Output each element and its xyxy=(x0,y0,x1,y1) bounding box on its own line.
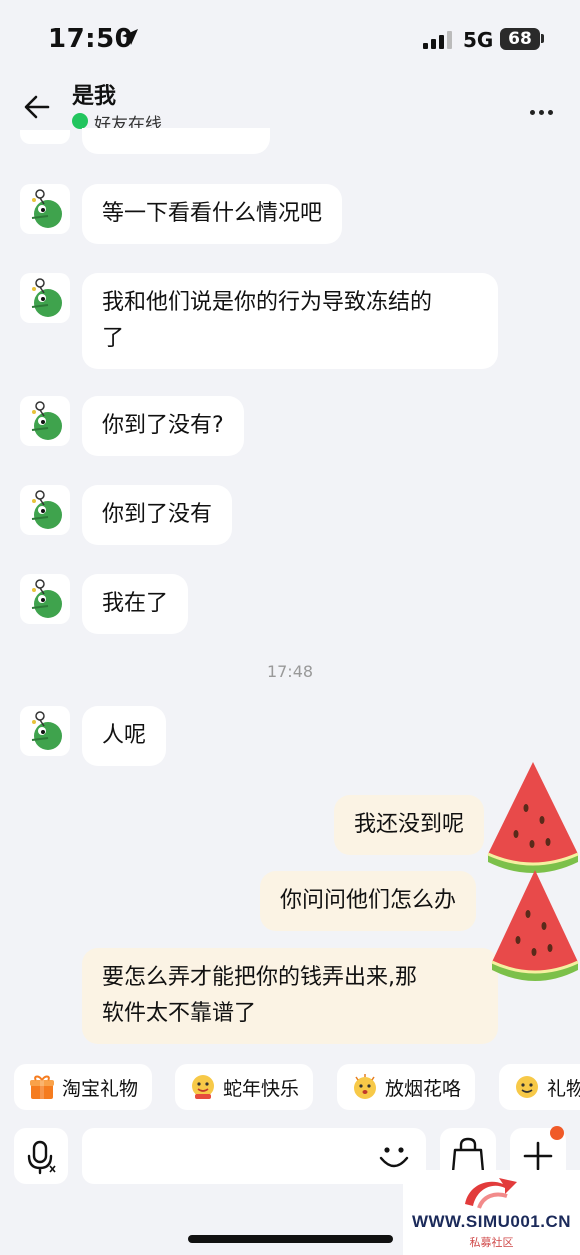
message-bubble[interactable]: 我在了 xyxy=(82,574,189,634)
partial-avatar xyxy=(20,130,70,144)
voice-input-button[interactable] xyxy=(14,1128,68,1184)
signal-icon xyxy=(423,31,452,49)
message-bubble[interactable]: 人呢 xyxy=(82,706,167,766)
message-text-input[interactable] xyxy=(82,1128,426,1184)
battery-tip xyxy=(541,34,544,43)
chip-gift[interactable]: 礼物 xyxy=(499,1064,580,1110)
site-watermark: WWW.SIMU001.CN 私募社区 xyxy=(403,1170,580,1255)
notification-dot xyxy=(550,1126,564,1140)
emoji-face-icon xyxy=(192,1075,214,1099)
my-message-bubble[interactable]: 我还没到呢 xyxy=(334,795,485,855)
chip-taobao-gift[interactable]: 淘宝礼物 xyxy=(14,1064,153,1110)
my-message-bubble[interactable]: 你问问他们怎么办 xyxy=(260,871,477,931)
emoji-face-icon xyxy=(516,1076,538,1098)
more-options-icon[interactable] xyxy=(530,100,557,119)
status-bar: 17:50 5G 68 xyxy=(0,0,580,70)
friend-avatar[interactable] xyxy=(20,485,70,535)
message-bubble[interactable]: 你到了没有? xyxy=(82,396,244,456)
simu-logo-icon xyxy=(465,1178,517,1209)
partial-message-bubble xyxy=(82,128,270,154)
online-status-icon xyxy=(72,113,88,129)
emoji-smile-icon[interactable] xyxy=(376,1140,412,1174)
message-bubble[interactable]: 等一下看看什么情况吧 xyxy=(82,184,343,244)
chip-label: 蛇年快乐 xyxy=(223,1077,300,1100)
message-bubble[interactable]: 我和他们说是你的行为导致冻结的 了 xyxy=(82,273,498,369)
my-message-bubble[interactable]: 要怎么弄才能把你的钱弄出来,那 软件太不靠谱了 xyxy=(82,948,498,1044)
home-indicator xyxy=(188,1235,393,1243)
friend-avatar[interactable] xyxy=(20,574,70,624)
watermelon-sticker-icon xyxy=(487,762,579,873)
chip-label: 放烟花咯 xyxy=(385,1077,462,1100)
back-arrow-icon[interactable] xyxy=(22,92,52,122)
chat-title[interactable]: 是我 xyxy=(72,78,116,110)
watermark-caption: 私募社区 xyxy=(469,1236,514,1249)
watermelon-sticker-icon xyxy=(491,870,579,981)
gift-box-icon xyxy=(30,1075,54,1099)
chip-label: 淘宝礼物 xyxy=(62,1077,139,1100)
location-arrow-icon xyxy=(122,29,138,45)
message-bubble[interactable]: 你到了没有 xyxy=(82,485,233,545)
message-timestamp: 17:48 xyxy=(266,662,314,681)
microphone-icon xyxy=(27,1140,56,1175)
chip-label: 礼物 xyxy=(547,1077,580,1100)
chip-fireworks[interactable]: 放烟花咯 xyxy=(337,1064,476,1110)
friend-avatar[interactable] xyxy=(20,396,70,446)
friend-avatar[interactable] xyxy=(20,184,70,234)
friend-avatar[interactable] xyxy=(20,273,70,323)
friend-avatar[interactable] xyxy=(20,706,70,756)
quick-reply-bar: 淘宝礼物 蛇年快乐 放烟花咯 礼物 xyxy=(0,1064,580,1112)
watermark-site: WWW.SIMU001.CN xyxy=(411,1212,572,1231)
network-type: 5G xyxy=(463,28,494,52)
emoji-face-icon xyxy=(354,1074,376,1099)
battery-icon: 68 xyxy=(500,28,540,50)
chip-snake-year[interactable]: 蛇年快乐 xyxy=(175,1064,314,1110)
